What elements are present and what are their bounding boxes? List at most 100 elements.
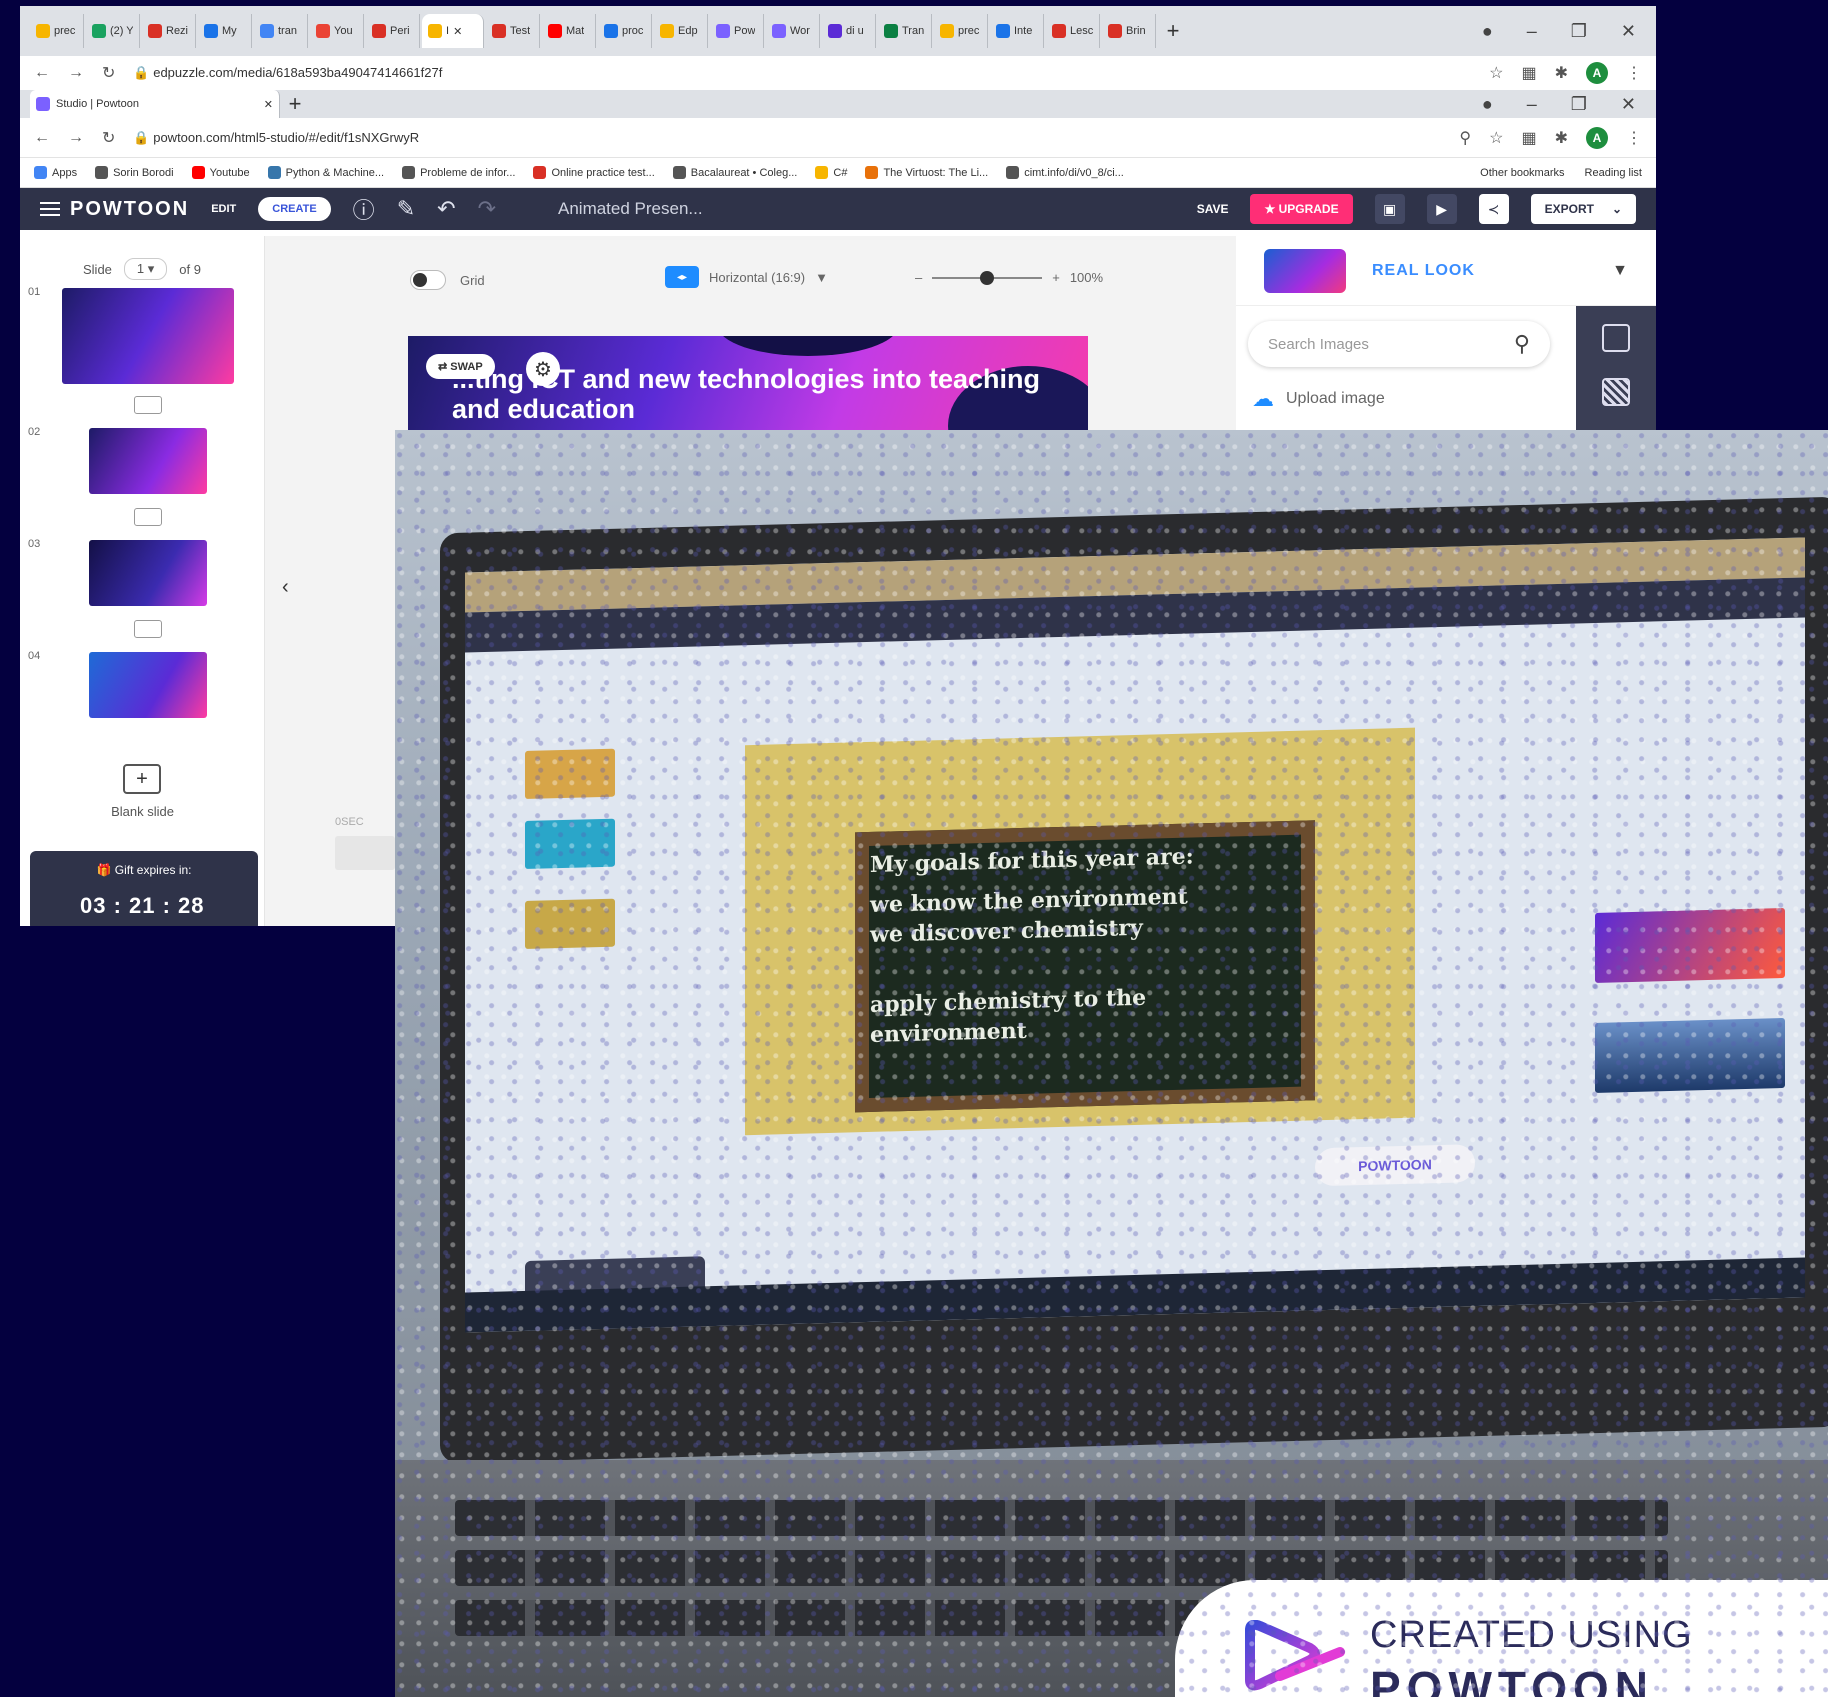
browser-tab[interactable]: I ✕ [422,14,484,48]
slide-transition-icon[interactable] [134,396,162,414]
browser-tab[interactable]: My [198,14,252,48]
hamburger-icon[interactable] [40,202,60,216]
upgrade-button[interactable]: ★ UPGRADE [1250,194,1353,224]
slide-transition-icon[interactable] [134,508,162,526]
tab-close-icon[interactable]: ✕ [453,25,462,38]
bookmark-item[interactable]: The Virtuost: The Li... [865,166,988,179]
add-blank-slide-button[interactable]: + [123,764,161,794]
grid-switch[interactable] [410,270,446,290]
timeline-track[interactable] [335,836,395,870]
url-field[interactable]: 🔒 edpuzzle.com/media/618a593ba4904741466… [133,65,1471,81]
bookmark-item[interactable]: Sorin Borodi [95,166,174,179]
back-icon[interactable]: ← [34,64,50,82]
zoom-out-button[interactable]: – [915,270,922,285]
close-icon[interactable]: ✕ [1621,21,1636,42]
browser-tab[interactable]: proc [598,14,652,48]
avatar-2[interactable]: A [1586,126,1608,149]
bookmark-item[interactable]: cimt.info/di/v0_8/ci... [1006,166,1124,179]
browser-tab[interactable]: Lesc [1046,14,1100,48]
puzzle-icon[interactable]: ✱ [1555,63,1568,83]
menu-kebab-icon[interactable]: ⋮ [1626,63,1642,83]
bookmark-folder[interactable]: Other bookmarks [1480,167,1564,179]
bookmark-item[interactable]: Online practice test... [533,166,655,179]
search-icon[interactable]: ⚲ [1514,331,1530,357]
bookmark-item[interactable]: C# [815,166,847,179]
share-icon[interactable]: ≺ [1478,194,1509,224]
orientation-select[interactable]: ◂▸ Horizontal (16:9) ▼ [665,266,828,288]
collapse-panel-icon[interactable]: ‹ [282,576,289,599]
grid-toggle[interactable]: Grid [410,270,485,290]
presentation-title[interactable]: Animated Presen... [558,199,703,219]
browser-tab[interactable]: prec [934,14,988,48]
avatar[interactable]: A [1586,62,1608,84]
close-icon-2[interactable]: ✕ [1621,94,1636,115]
zoom-icon[interactable]: ⚲ [1459,128,1471,148]
bookmark-item[interactable]: Python & Machine... [267,166,384,179]
browser-tab[interactable]: You [310,14,364,48]
notes-icon[interactable]: ✎ [397,196,415,222]
new-tab-button[interactable]: + [1158,18,1188,44]
browser-tab[interactable]: (2) Y [86,14,140,48]
help-icon[interactable]: ⓘ [353,193,375,225]
tab-powtoon-studio[interactable]: Studio | Powtoon ✕ [30,90,280,118]
zoom-slider[interactable] [932,270,1043,285]
profile-icon-2[interactable]: ● [1482,94,1493,115]
upload-image-button[interactable]: ☁ Upload image [1252,386,1385,412]
slide-select[interactable]: 1 ▾ [123,258,168,280]
new-tab-button-2[interactable]: + [280,91,310,117]
powtoon-logo[interactable]: POWTOON [40,198,189,221]
layout-icon[interactable] [1602,324,1630,352]
save-button[interactable]: SAVE [1197,202,1229,216]
menu-kebab-icon-2[interactable]: ⋮ [1626,128,1642,148]
undo-icon[interactable]: ↶ [437,196,455,222]
browser-tab[interactable]: Tran [878,14,932,48]
maximize-icon-2[interactable]: ❐ [1571,94,1587,115]
reload-icon-2[interactable]: ↻ [102,128,115,148]
bookmark-folder[interactable]: Reading list [1585,167,1642,179]
zoom-knob[interactable] [980,270,995,285]
redo-icon[interactable]: ↷ [478,196,496,222]
forward-icon-2[interactable]: → [68,129,84,147]
bookmark-item[interactable]: Apps [34,166,77,179]
gear-icon[interactable]: ⚙ [526,352,560,386]
browser-tab[interactable]: di u [822,14,876,48]
puzzle-icon-2[interactable]: ✱ [1555,128,1568,148]
browser-tab[interactable]: Rezi [142,14,196,48]
zoom-in-button[interactable]: + [1052,270,1060,285]
browser-tab[interactable]: tran [254,14,308,48]
star-icon[interactable]: ☆ [1489,63,1503,83]
style-selector[interactable]: REAL LOOK ▼ [1236,236,1656,306]
export-button[interactable]: EXPORT ⌄ [1530,194,1636,224]
browser-tab[interactable]: Test [486,14,540,48]
browser-tab[interactable]: Peri [366,14,420,48]
back-icon-2[interactable]: ← [34,129,50,147]
bookmark-item[interactable]: Youtube [191,166,250,179]
swap-button[interactable]: ⇄ SWAP [426,354,495,379]
minimize-icon[interactable]: – [1527,21,1537,42]
browser-tab[interactable]: Mat [542,14,596,48]
search-images-input[interactable]: Search Images ⚲ [1248,321,1550,367]
maximize-icon[interactable]: ❐ [1571,21,1587,42]
bookmark-item[interactable]: Bacalaureat • Coleg... [672,166,797,179]
edit-mode-button[interactable]: EDIT [211,203,236,215]
browser-tab[interactable]: Brin [1102,14,1156,48]
create-mode-button[interactable]: CREATE [258,197,331,221]
browser-tab[interactable]: Pow [710,14,764,48]
url-field-2[interactable]: 🔒 powtoon.com/html5-studio/#/edit/f1sNXG… [133,130,1441,146]
browser-tab[interactable]: Edp [654,14,708,48]
texture-icon[interactable] [1602,378,1630,406]
browser-tab[interactable]: Inte [990,14,1044,48]
tab-close-icon[interactable]: ✕ [264,98,273,111]
star-icon-2[interactable]: ☆ [1489,128,1503,148]
play-icon[interactable]: ▶ [1426,194,1457,224]
browser-tab[interactable]: prec [30,14,84,48]
forward-icon[interactable]: → [68,64,84,82]
profile-icon[interactable]: ● [1482,21,1493,42]
reload-icon[interactable]: ↻ [102,63,115,83]
bookmark-item[interactable]: Probleme de infor... [402,166,515,179]
preview-screen-icon[interactable]: ▣ [1374,194,1405,224]
extension-icon-2[interactable]: ▦ [1521,128,1536,148]
minimize-icon-2[interactable]: – [1527,94,1537,115]
slide-transition-icon[interactable] [134,620,162,638]
extension-icon[interactable]: ▦ [1521,63,1536,83]
